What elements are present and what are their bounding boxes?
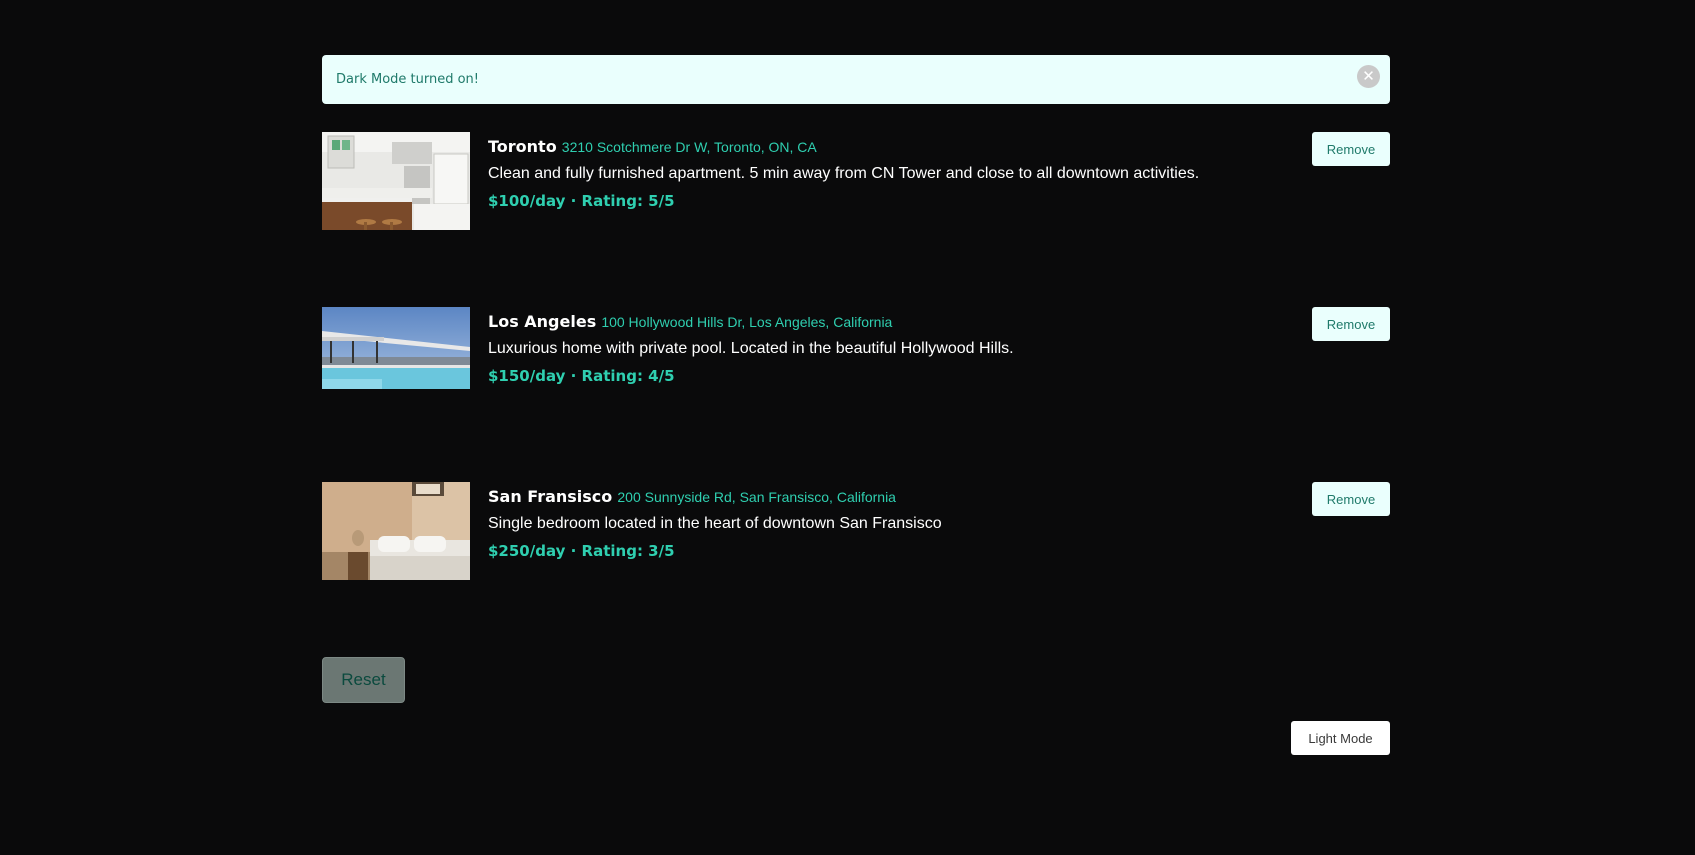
light-mode-toggle-button[interactable]: Light Mode bbox=[1291, 721, 1390, 755]
listing-city: San Fransisco bbox=[488, 487, 613, 506]
listing-title: Toronto 3210 Scotchmere Dr W, Toronto, O… bbox=[488, 136, 1248, 158]
listing-image-kitchen bbox=[322, 132, 470, 230]
listings-container: Dark Mode turned on! ✕ Toronto 3210 Scot… bbox=[322, 55, 1390, 580]
listing-title: Los Angeles 100 Hollywood Hills Dr, Los … bbox=[488, 311, 1248, 333]
listing-price-rating: $250/day · Rating: 3/5 bbox=[488, 542, 675, 560]
listing-info: Los Angeles 100 Hollywood Hills Dr, Los … bbox=[488, 311, 1248, 389]
listing-address: 100 Hollywood Hills Dr, Los Angeles, Cal… bbox=[601, 314, 893, 330]
listing-price-rating: $100/day · Rating: 5/5 bbox=[488, 192, 675, 210]
listing-title: San Fransisco 200 Sunnyside Rd, San Fran… bbox=[488, 486, 1248, 508]
listing-info: San Fransisco 200 Sunnyside Rd, San Fran… bbox=[488, 486, 1248, 564]
alert-message: Dark Mode turned on! bbox=[336, 72, 480, 87]
listing-city: Los Angeles bbox=[488, 312, 597, 331]
listing-description: Clean and fully furnished apartment. 5 m… bbox=[488, 165, 1200, 182]
listing-description: Luxurious home with private pool. Locate… bbox=[488, 340, 1014, 357]
listing-address: 3210 Scotchmere Dr W, Toronto, ON, CA bbox=[561, 139, 817, 155]
reset-button[interactable]: Reset bbox=[322, 657, 405, 703]
listing-address: 200 Sunnyside Rd, San Fransisco, Califor… bbox=[617, 489, 896, 505]
listing-price-rating: $150/day · Rating: 4/5 bbox=[488, 367, 675, 385]
remove-button[interactable]: Remove bbox=[1312, 307, 1390, 341]
listing-description: Single bedroom located in the heart of d… bbox=[488, 515, 942, 532]
listing-image-pool bbox=[322, 307, 470, 389]
listing-card: Toronto 3210 Scotchmere Dr W, Toronto, O… bbox=[322, 132, 1390, 232]
close-icon[interactable]: ✕ bbox=[1357, 65, 1380, 88]
remove-button[interactable]: Remove bbox=[1312, 482, 1390, 516]
listing-city: Toronto bbox=[488, 137, 557, 156]
dark-mode-alert: Dark Mode turned on! ✕ bbox=[322, 55, 1390, 104]
remove-button[interactable]: Remove bbox=[1312, 132, 1390, 166]
listing-image-bedroom bbox=[322, 482, 470, 580]
listing-card: San Fransisco 200 Sunnyside Rd, San Fran… bbox=[322, 482, 1390, 582]
listing-card: Los Angeles 100 Hollywood Hills Dr, Los … bbox=[322, 307, 1390, 391]
listing-info: Toronto 3210 Scotchmere Dr W, Toronto, O… bbox=[488, 136, 1248, 214]
